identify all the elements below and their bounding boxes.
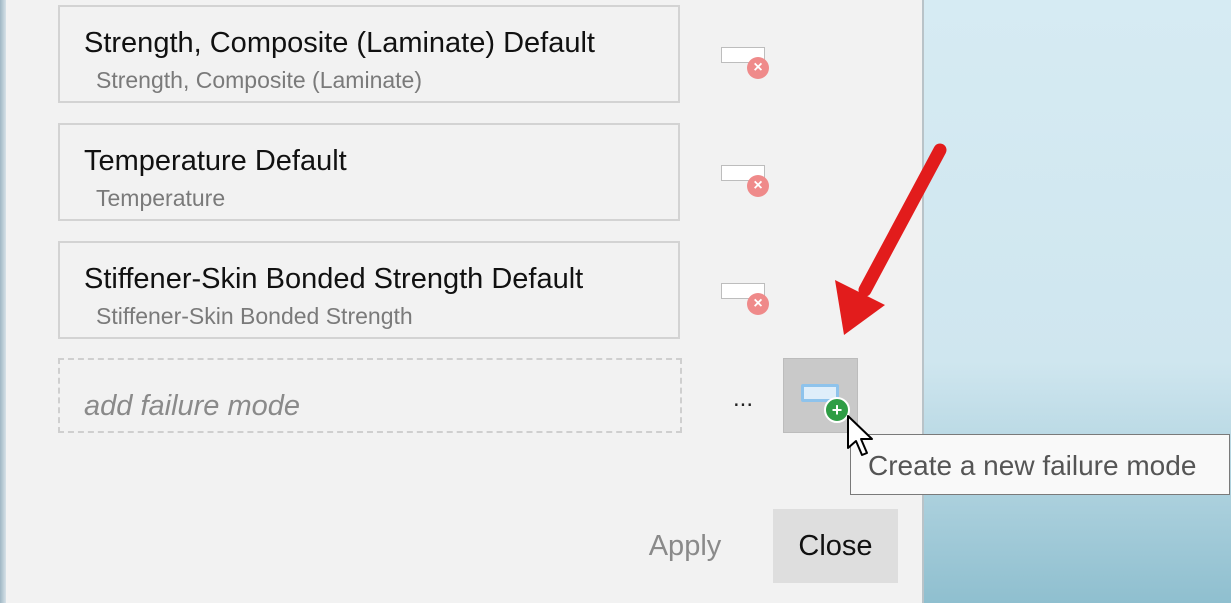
remove-failure-mode-button[interactable]: × (718, 163, 774, 203)
remove-failure-mode-button[interactable]: × (718, 45, 774, 85)
remove-x-icon: × (747, 57, 769, 79)
failure-mode-title: Temperature Default (84, 145, 347, 177)
remove-failure-mode-button[interactable]: × (718, 281, 774, 321)
browse-ellipsis-button[interactable]: ... (733, 385, 753, 413)
failure-mode-subtitle: Temperature (96, 185, 226, 211)
failure-mode-title: Stiffener-Skin Bonded Strength Default (84, 263, 584, 295)
add-failure-mode-input[interactable] (58, 358, 682, 433)
failure-mode-subtitle: Strength, Composite (Laminate) (96, 67, 422, 93)
remove-x-icon: × (747, 293, 769, 315)
remove-x-icon: × (747, 175, 769, 197)
failure-mode-card[interactable]: Stiffener-Skin Bonded Strength Default S… (58, 241, 680, 339)
apply-button[interactable]: Apply (625, 509, 745, 583)
mouse-cursor-icon (847, 415, 873, 456)
red-arrow-icon (835, 143, 947, 335)
create-failure-mode-tooltip: Create a new failure mode (850, 434, 1230, 495)
failure-mode-subtitle: Stiffener-Skin Bonded Strength (96, 303, 413, 329)
failure-mode-card[interactable]: Temperature Default Temperature (58, 123, 680, 221)
failure-modes-dialog: Strength, Composite (Laminate) Default S… (0, 0, 924, 603)
failure-mode-card[interactable]: Strength, Composite (Laminate) Default S… (58, 5, 680, 103)
close-button[interactable]: Close (773, 509, 898, 583)
dialog-left-edge (0, 0, 6, 603)
failure-mode-title: Strength, Composite (Laminate) Default (84, 27, 595, 59)
